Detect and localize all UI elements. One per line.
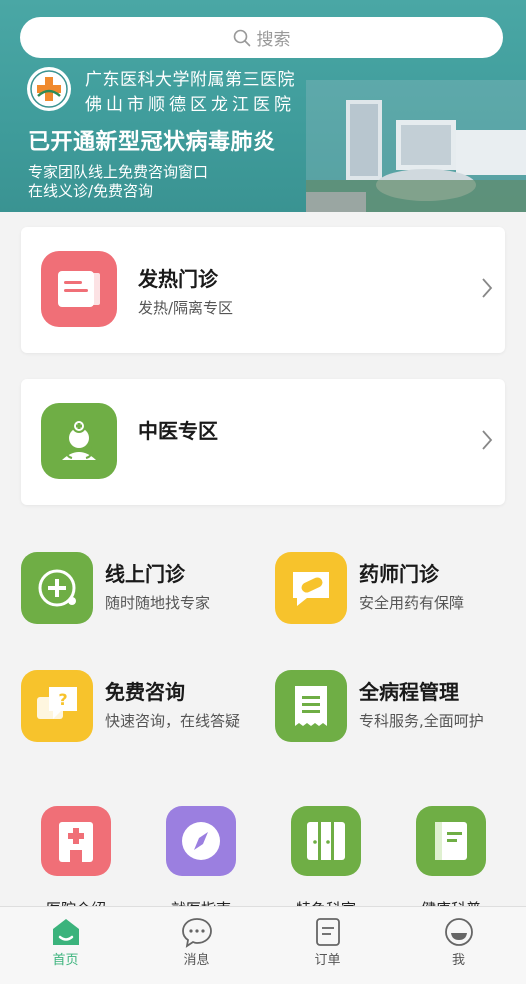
service-desc: 随时随地找专家 [105, 594, 211, 612]
banner-headline: 已开通新型冠状病毒肺炎 [28, 130, 276, 155]
message-icon [181, 918, 212, 948]
departments-button[interactable] [291, 806, 361, 876]
tcm-zone-card[interactable]: 中医专区 [21, 379, 505, 505]
order-icon [315, 918, 340, 946]
banner-subtitle-1: 专家团队线上免费咨询窗口 [28, 163, 209, 181]
tab-label: 我 [451, 953, 465, 968]
service-title: 药师门诊 [359, 562, 439, 586]
svg-text:?: ? [58, 690, 67, 709]
departments-icon [307, 822, 345, 860]
card-title: 中医专区 [138, 419, 218, 443]
service-title: 线上门诊 [105, 562, 185, 586]
tab-messages[interactable]: 消息 [131, 907, 262, 984]
health-book-icon [435, 822, 467, 860]
disease-management-icon [275, 670, 347, 742]
online-clinic-icon [21, 552, 93, 624]
tab-label: 订单 [314, 953, 341, 968]
chevron-right-icon [482, 430, 493, 450]
chevron-right-icon [482, 278, 493, 298]
card-title: 发热门诊 [138, 267, 218, 291]
search-bar[interactable]: 搜索 [20, 17, 503, 58]
hospital-name: 广东医科大学附属第三医院 [85, 70, 295, 90]
tcm-doctor-icon [41, 403, 117, 479]
free-consult-tile[interactable]: ? 免费咨询 快速咨询，在线答疑 [21, 670, 271, 746]
hospital-building-image [306, 80, 526, 212]
hospital-intro-button[interactable] [41, 806, 111, 876]
search-placeholder: 搜索 [256, 30, 291, 50]
tab-orders[interactable]: 订单 [262, 907, 393, 984]
service-title: 免费咨询 [105, 680, 185, 704]
compass-icon [182, 822, 220, 860]
fever-clinic-card[interactable]: 发热门诊 发热/隔离专区 [21, 227, 505, 353]
visit-guide-button[interactable] [166, 806, 236, 876]
search-icon [233, 29, 250, 46]
consult-chat-icon: ? [21, 670, 93, 742]
online-clinic-tile[interactable]: 线上门诊 随时随地找专家 [21, 552, 271, 628]
health-education-button[interactable] [416, 806, 486, 876]
bottom-tab-bar: 首页 消息 订单 我 [0, 906, 526, 984]
pharmacist-clinic-tile[interactable]: 药师门诊 安全用药有保障 [275, 552, 525, 628]
tab-label: 消息 [183, 953, 210, 968]
banner-subtitle-2: 在线义诊/免费咨询 [28, 182, 154, 200]
pharmacist-icon [275, 552, 347, 624]
hospital-icon [59, 822, 93, 862]
service-desc: 安全用药有保障 [359, 594, 465, 612]
service-desc: 专科服务,全面呵护 [359, 712, 484, 730]
tab-profile[interactable]: 我 [393, 907, 524, 984]
home-icon [52, 919, 79, 945]
disease-management-tile[interactable]: 全病程管理 专科服务,全面呵护 [275, 670, 525, 746]
tab-label: 首页 [52, 953, 79, 968]
hospital-alias: 佛山市顺德区龙江医院 [85, 95, 295, 115]
hospital-banner[interactable]: 搜索 广东医科大学附属第三医院 佛山市顺德区龙江医院 已开通新型冠状病毒肺炎 专… [0, 0, 526, 212]
card-desc: 发热/隔离专区 [138, 299, 234, 317]
service-title: 全病程管理 [359, 680, 459, 704]
service-desc: 快速咨询，在线答疑 [105, 712, 241, 730]
fever-clinic-icon [41, 251, 117, 327]
hospital-logo-icon [27, 67, 71, 111]
profile-icon [444, 918, 473, 946]
tab-home[interactable]: 首页 [0, 907, 131, 984]
